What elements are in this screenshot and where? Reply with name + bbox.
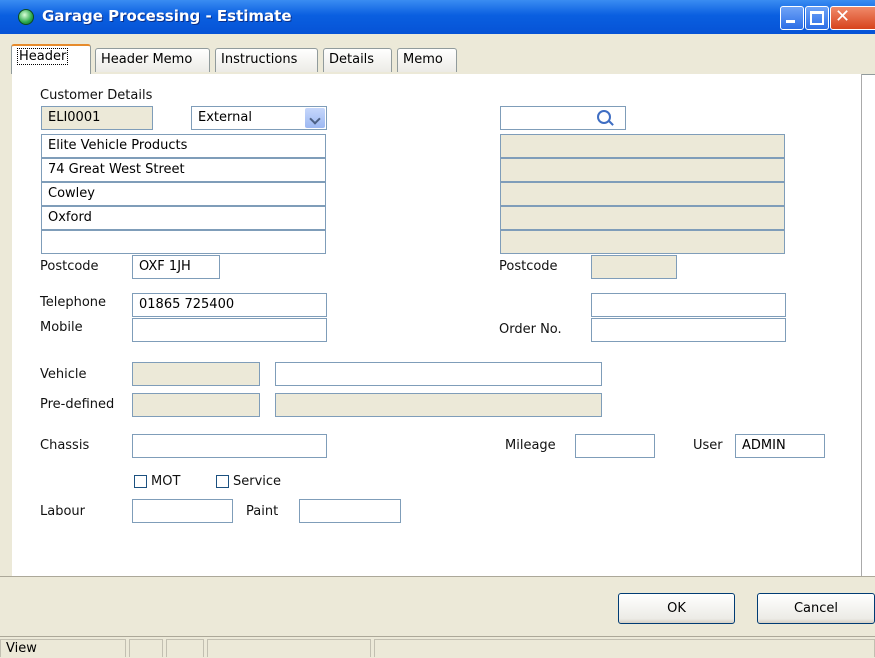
customer-address-line-5[interactable]	[41, 230, 326, 254]
mileage-label: Mileage	[505, 438, 556, 453]
customer-address-line-4[interactable]: Oxford	[41, 206, 326, 230]
customer-code-field[interactable]: ELI0001	[41, 106, 153, 130]
service-label: Service	[233, 474, 282, 489]
customer-address-line-2[interactable]: 74 Great West Street	[41, 158, 326, 182]
vehicle-label: Vehicle	[40, 367, 87, 382]
status-pane-4	[207, 639, 371, 657]
minimize-button[interactable]	[780, 6, 804, 30]
customer-postcode-label: Postcode	[40, 259, 99, 274]
chassis-label: Chassis	[40, 438, 90, 453]
order-no-label: Order No.	[499, 322, 562, 337]
delivery-postcode-field[interactable]	[591, 255, 677, 279]
customer-postcode-field[interactable]: OXF 1JH	[132, 255, 220, 279]
tab-header-memo[interactable]: Header Memo	[95, 48, 210, 72]
delivery-address-line-1[interactable]	[500, 134, 785, 158]
close-button[interactable]: ✕	[830, 6, 875, 30]
status-mode-text: View	[6, 641, 37, 656]
paint-label: Paint	[246, 504, 279, 519]
chevron-down-icon[interactable]	[305, 108, 325, 128]
user-field[interactable]: ADMIN	[735, 434, 825, 458]
telephone-field[interactable]: 01865 725400	[132, 293, 327, 317]
predefined-description-field[interactable]	[275, 393, 602, 417]
close-icon: ✕	[835, 6, 851, 27]
app-icon	[18, 9, 34, 25]
tab-header[interactable]: Header	[11, 44, 91, 74]
labour-field[interactable]	[132, 499, 233, 523]
labour-label: Labour	[40, 504, 85, 519]
ok-button[interactable]: OK	[618, 593, 735, 624]
ok-button-label: OK	[667, 601, 686, 616]
paint-field[interactable]	[299, 499, 401, 523]
mot-label: MOT	[151, 474, 181, 489]
customer-details-label: Customer Details	[40, 88, 153, 103]
delivery-telephone-field[interactable]	[591, 293, 786, 317]
cancel-button-label: Cancel	[793, 601, 839, 616]
dialog-footer	[0, 576, 875, 637]
tab-instructions[interactable]: Instructions	[215, 48, 318, 72]
search-icon[interactable]	[597, 110, 611, 124]
mileage-field[interactable]	[575, 434, 655, 458]
delivery-address-line-3[interactable]	[500, 182, 785, 206]
vehicle-code-field[interactable]	[132, 362, 260, 386]
cancel-button[interactable]: Cancel	[757, 593, 875, 624]
delivery-address-line-2[interactable]	[500, 158, 785, 182]
chassis-field[interactable]	[132, 434, 327, 458]
status-pane-3	[166, 639, 204, 657]
customer-type-value: External	[198, 110, 252, 125]
customer-type-dropdown[interactable]: External	[191, 106, 327, 130]
mobile-field[interactable]	[132, 318, 327, 342]
delivery-address-line-4[interactable]	[500, 206, 785, 230]
delivery-search-field[interactable]	[500, 106, 626, 130]
window-title: Garage Processing - Estimate	[42, 7, 292, 25]
vehicle-description-field[interactable]	[275, 362, 602, 386]
customer-address-line-3[interactable]: Cowley	[41, 182, 326, 206]
user-label: User	[693, 438, 723, 453]
order-no-field[interactable]	[591, 318, 786, 342]
status-pane-5	[374, 639, 875, 657]
telephone-label: Telephone	[40, 295, 107, 310]
delivery-postcode-label: Postcode	[499, 259, 558, 274]
tab-details[interactable]: Details	[323, 48, 392, 72]
mobile-label: Mobile	[40, 320, 83, 335]
tab-memo[interactable]: Memo	[397, 48, 457, 72]
predefined-code-field[interactable]	[132, 393, 260, 417]
delivery-address-line-5[interactable]	[500, 230, 785, 254]
status-pane-2	[129, 639, 163, 657]
service-checkbox[interactable]	[216, 475, 229, 488]
customer-address-line-1[interactable]: Elite Vehicle Products	[41, 134, 326, 158]
maximize-button[interactable]	[805, 6, 829, 30]
mot-checkbox[interactable]	[134, 475, 147, 488]
predefined-label: Pre-defined	[40, 397, 115, 412]
